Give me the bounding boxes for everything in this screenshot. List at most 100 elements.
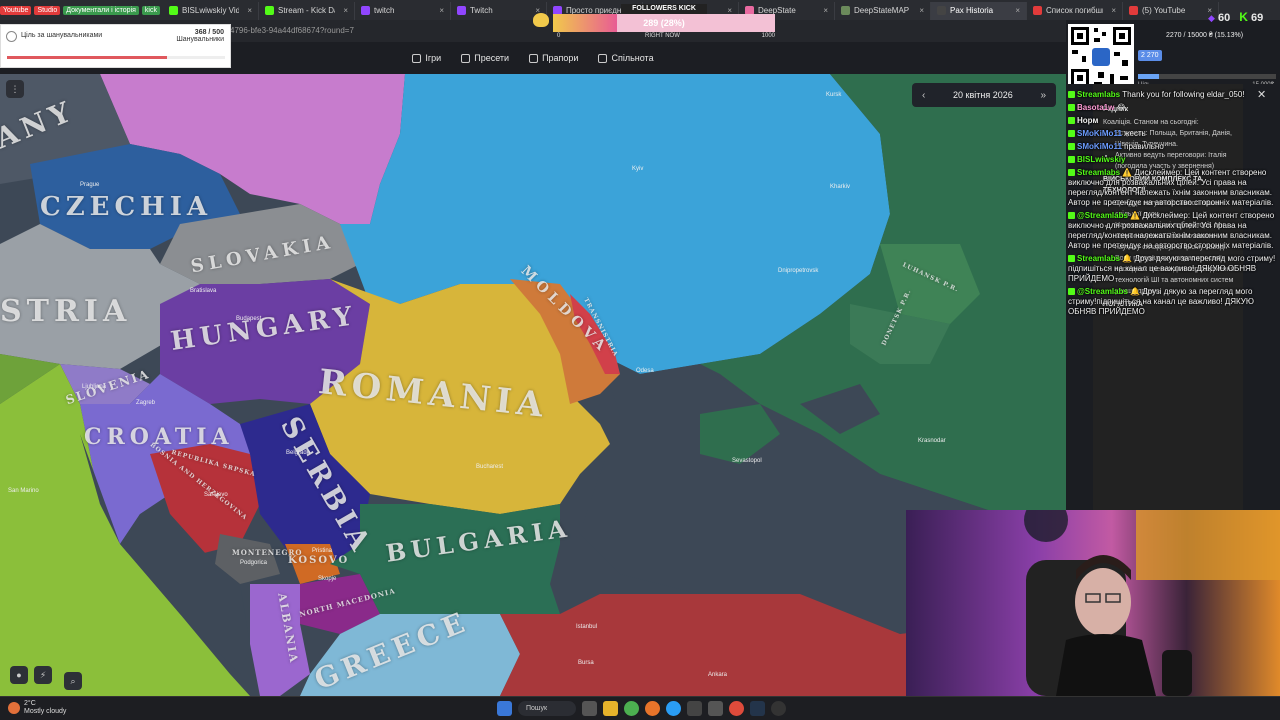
close-icon[interactable]: ✕ xyxy=(1257,88,1266,101)
date-navigator: ‹ 20 квітня 2026 » xyxy=(912,83,1056,107)
tab-close-icon[interactable]: × xyxy=(1111,6,1116,15)
nav-item-3[interactable]: Спільнота xyxy=(598,53,654,63)
tab-favicon-icon xyxy=(456,6,466,15)
chat-text: жесть xyxy=(1124,129,1146,138)
label-czechia: CZECHIA xyxy=(40,192,213,222)
chat-username[interactable]: Streamlabs xyxy=(1077,168,1120,177)
url-text[interactable]: 4796-bfe3-94a44df68674?round=7 xyxy=(230,26,354,35)
bookmark-1[interactable]: Studio xyxy=(34,5,61,15)
chrome-alt-icon[interactable] xyxy=(729,701,744,716)
chat-username[interactable]: @Streamlabs xyxy=(1077,211,1128,220)
chat-username[interactable]: Streamlabs xyxy=(1077,90,1120,99)
subscriber-goal-widget: Ціль за шанувальниками 368 / 500 Шанувал… xyxy=(0,24,231,68)
chat-username[interactable]: Норм xyxy=(1077,116,1098,125)
city-dnipropetrovsk: Dnipropetrovsk xyxy=(778,268,819,274)
viewer-counts: ◆ 60 K 69 xyxy=(1208,10,1263,24)
map-action-button[interactable]: ⚡ xyxy=(34,666,52,684)
goal-count: 368 / 500 xyxy=(194,29,224,36)
weather-widget[interactable]: 2°C Mostly cloudy xyxy=(24,700,66,716)
tab-label: Pax Historia xyxy=(949,6,994,15)
tab-label: twitch xyxy=(373,6,395,15)
tab-label: BISLwiwskiy Videos - Wat xyxy=(181,6,240,15)
app-icon[interactable] xyxy=(708,701,723,716)
chat-text: Thank you for following eldar_050! xyxy=(1122,90,1245,99)
bookmark-3[interactable]: kick xyxy=(141,5,160,15)
city-podgorica: Podgorica xyxy=(240,560,268,566)
viewer-count-a: 60 xyxy=(1217,12,1231,24)
nav-label: Ігри xyxy=(425,53,442,63)
obs-icon[interactable] xyxy=(771,701,786,716)
tab-favicon-icon xyxy=(1032,6,1042,15)
chat-message: Норм xyxy=(1068,116,1278,126)
task-view-icon[interactable] xyxy=(582,701,597,716)
tab-favicon-icon xyxy=(264,6,274,15)
chat-username[interactable]: SMoKiMo11 xyxy=(1077,129,1122,138)
chat-message: @Streamlabs ⚠️ Дисклеймер: Цей контент с… xyxy=(1068,211,1278,251)
city-odesa: Odesa xyxy=(636,368,654,374)
bookmark-2[interactable]: Документали і історія xyxy=(63,5,139,15)
chat-username[interactable]: @Streamlabs xyxy=(1077,287,1128,296)
donation-goal-title: 2270 / 15000 ₴ (15.13%) xyxy=(1166,32,1244,39)
chat-message: BISLwiwskiy xyxy=(1068,155,1278,165)
label-austria-partial: STRIA xyxy=(0,294,132,329)
nav-item-1[interactable]: Пресети xyxy=(461,53,509,63)
city-skopje: Skopje xyxy=(318,576,337,582)
donation-goal-widget: 2270 / 15000 ₴ (15.13%) 2 270 Ціль 15 00… xyxy=(1138,28,1278,88)
taskbar: 2°C Mostly cloudy Пошук xyxy=(0,696,1280,720)
flag-icon xyxy=(529,53,539,63)
bookmark-0[interactable]: Youtube xyxy=(0,5,32,15)
goal-sub: Шанувальники xyxy=(176,36,224,43)
chat-username[interactable]: BISLwiwskiy xyxy=(1077,155,1125,164)
tab-close-icon[interactable]: × xyxy=(343,6,348,15)
label-montenegro: MONTENEGRO xyxy=(232,548,303,557)
gamepad-icon xyxy=(412,53,422,63)
preset-icon xyxy=(461,53,471,63)
tab-close-icon[interactable]: × xyxy=(919,6,924,15)
browser-tab[interactable]: Pax Historia × xyxy=(930,1,1027,20)
taskbar-search[interactable]: Пошук xyxy=(518,701,576,716)
kick-badge-icon xyxy=(1068,255,1075,263)
tab-close-icon[interactable]: × xyxy=(439,6,444,15)
telegram-icon[interactable] xyxy=(666,701,681,716)
map-chat-button[interactable]: ● xyxy=(10,666,28,684)
chat-username[interactable]: Basota1w xyxy=(1077,103,1114,112)
city-prague: Prague xyxy=(80,182,100,188)
followers-value: 289 (28%) xyxy=(643,18,685,28)
kick-badge-icon xyxy=(1068,288,1075,296)
qr-code-graphic xyxy=(1071,27,1131,87)
nav-item-0[interactable]: Ігри xyxy=(412,53,441,63)
chat-username[interactable]: Streamlabs xyxy=(1077,254,1120,263)
next-date-button[interactable]: » xyxy=(1040,90,1046,101)
browser-tab[interactable]: Stream - Kick Dashboard × xyxy=(259,1,355,20)
file-explorer-icon[interactable] xyxy=(603,701,618,716)
browser-tab[interactable]: Список погибших на вой × xyxy=(1027,1,1123,20)
map-menu-button[interactable]: ⋮ xyxy=(6,80,24,98)
browser-tab[interactable]: DeepStateMAP | День 14 × xyxy=(835,1,931,20)
start-icon[interactable] xyxy=(497,701,512,716)
tab-close-icon[interactable]: × xyxy=(247,6,252,15)
chrome-icon[interactable] xyxy=(624,701,639,716)
tab-label: Список погибших на вой xyxy=(1045,6,1103,15)
nav-label: Прапори xyxy=(542,53,579,63)
city-ankara: Ankara xyxy=(708,672,728,678)
calculator-icon[interactable] xyxy=(687,701,702,716)
city-bursa: Bursa xyxy=(578,660,594,666)
nav-item-2[interactable]: Прапори xyxy=(529,53,578,63)
goal-progress-bar xyxy=(7,56,225,59)
tab-favicon-icon xyxy=(360,6,370,15)
people-icon xyxy=(598,53,608,63)
chat-username[interactable]: SMoKiMo11 xyxy=(1077,142,1122,151)
firefox-icon[interactable] xyxy=(645,701,660,716)
prev-date-button[interactable]: ‹ xyxy=(922,90,925,101)
tab-close-icon[interactable]: × xyxy=(1015,6,1020,15)
map-search-button[interactable]: ⌕ xyxy=(64,672,82,690)
browser-tab[interactable]: BISLwiwskiy Videos - Wat × xyxy=(163,1,259,20)
tab-label: Stream - Kick Dashboard xyxy=(277,6,335,15)
tab-close-icon[interactable]: × xyxy=(823,6,828,15)
donation-goal-pill: 2 270 xyxy=(1138,50,1162,61)
city-kursk: Kursk xyxy=(826,92,842,98)
browser-tab[interactable]: (5) YouTube × xyxy=(1123,1,1219,20)
chat-message: @Streamlabs 🔔 Друзі дякую за перегляд мо… xyxy=(1068,287,1278,317)
steam-icon[interactable] xyxy=(750,701,765,716)
browser-tab[interactable]: twitch × xyxy=(355,1,451,20)
